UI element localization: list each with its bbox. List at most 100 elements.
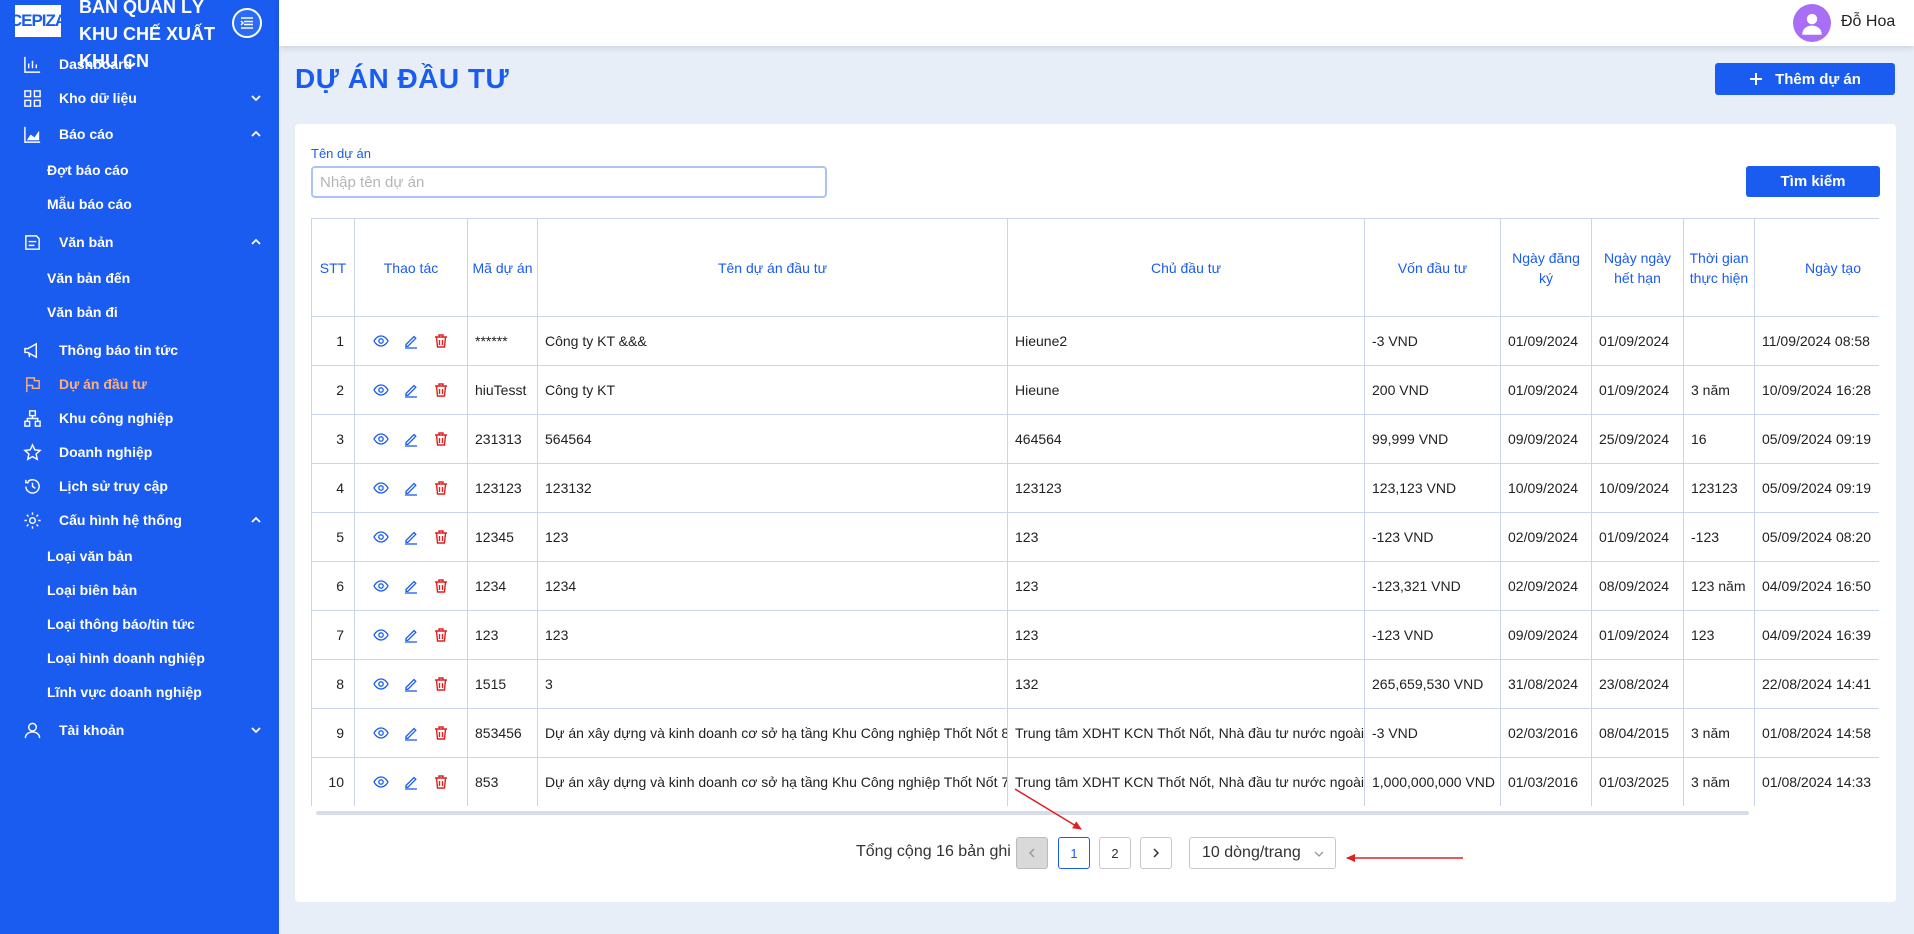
table-row: 7 123 123 123 -123 VND 09/09/2024 01/09/2024 12… (311, 610, 1879, 660)
sidebar-item-tai-khoan[interactable]: Tài khoản (0, 715, 279, 745)
edit-icon[interactable] (401, 772, 421, 792)
edit-icon[interactable] (401, 674, 421, 694)
sidebar-subitem-van-ban-di[interactable]: Văn bản đi (47, 301, 118, 323)
user-avatar-icon (1802, 13, 1822, 35)
cell-capital: -3 VND (1364, 316, 1501, 366)
cell-created: 22/08/2024 14:41 (1754, 659, 1879, 709)
user-name[interactable]: Đỗ Hoa (1841, 13, 1895, 31)
cell-capital: -123,321 VND (1364, 561, 1501, 611)
delete-icon[interactable] (431, 772, 451, 792)
cell-code: hiuTesst (467, 365, 538, 415)
cell-code: 853 (467, 757, 538, 806)
edit-icon[interactable] (401, 527, 421, 547)
cell-duration: 3 năm (1683, 365, 1755, 415)
delete-icon[interactable] (431, 478, 451, 498)
edit-icon[interactable] (401, 429, 421, 449)
edit-icon[interactable] (401, 380, 421, 400)
cell-duration (1683, 316, 1755, 366)
cell-duration: 123 năm (1683, 561, 1755, 611)
view-icon[interactable] (371, 478, 391, 498)
cell-owner: 123 (1007, 610, 1365, 660)
cell-actions (354, 365, 468, 415)
add-project-button[interactable]: Thêm dự án (1715, 63, 1895, 95)
col-header-code: Mã dự án (467, 218, 538, 317)
delete-icon[interactable] (431, 331, 451, 351)
view-icon[interactable] (371, 380, 391, 400)
sidebar-item-cau-hinh-he-thong[interactable]: Cấu hình hệ thống (0, 505, 279, 535)
delete-icon[interactable] (431, 723, 451, 743)
table-row: 10 853 Dự án xây dựng và kinh doanh cơ sở … (311, 757, 1879, 806)
page-button-2[interactable]: 2 (1099, 837, 1131, 869)
cell-expiry-date: 01/09/2024 (1591, 610, 1684, 660)
cell-registration-date: 31/08/2024 (1500, 659, 1592, 709)
avatar[interactable] (1793, 4, 1831, 42)
edit-icon[interactable] (401, 576, 421, 596)
cell-name: 3 (537, 659, 1008, 709)
edit-icon[interactable] (401, 331, 421, 351)
sidebar-item-doanh-nghiep[interactable]: Doanh nghiệp (0, 437, 279, 467)
cell-registration-date: 02/09/2024 (1500, 512, 1592, 562)
sidebar-item-dashboard[interactable]: Dashboard (0, 49, 279, 79)
view-icon[interactable] (371, 723, 391, 743)
cell-code: 1515 (467, 659, 538, 709)
sidebar-subitem-mau-bao-cao[interactable]: Mẫu báo cáo (47, 193, 132, 215)
edit-icon[interactable] (401, 478, 421, 498)
sidebar-item-label: Văn bản (59, 234, 114, 250)
cell-name: Công ty KT (537, 365, 1008, 415)
cell-owner: 132 (1007, 659, 1365, 709)
search-label: Tên dự án (311, 146, 372, 161)
delete-icon[interactable] (431, 674, 451, 694)
sidebar-subitem-loai-hinh-doanh-nghiep[interactable]: Loại hình doanh nghiệp (47, 647, 205, 669)
search-button[interactable]: Tìm kiếm (1746, 166, 1880, 197)
cell-created: 10/09/2024 16:28 (1754, 365, 1879, 415)
page-button-1[interactable]: 1 (1058, 837, 1090, 869)
view-icon[interactable] (371, 331, 391, 351)
view-icon[interactable] (371, 674, 391, 694)
delete-icon[interactable] (431, 576, 451, 596)
sidebar-item-khu-cong-nghiep[interactable]: Khu công nghiệp (0, 403, 279, 433)
menu-toggle-button[interactable] (232, 8, 262, 38)
sidebar-item-du-an-dau-tu[interactable]: Dự án đầu tư (0, 369, 279, 399)
edit-icon[interactable] (401, 625, 421, 645)
cell-duration: -123 (1683, 512, 1755, 562)
sidebar-subitem-loai-thong-bao[interactable]: Loại thông báo/tin tức (47, 613, 195, 635)
project-name-search-input[interactable] (311, 166, 827, 198)
plus-icon (1750, 73, 1763, 85)
sidebar-subitem-dot-bao-cao[interactable]: Đợt báo cáo (47, 159, 129, 181)
cell-owner: Trung tâm XDHT KCN Thốt Nốt, Nhà đầu tư … (1007, 757, 1365, 806)
cell-expiry-date: 23/08/2024 (1591, 659, 1684, 709)
page-size-select[interactable]: 10 dòng/trang (1189, 837, 1336, 869)
cell-actions (354, 708, 468, 758)
delete-icon[interactable] (431, 625, 451, 645)
history-icon (22, 476, 42, 496)
view-icon[interactable] (371, 625, 391, 645)
cell-duration: 16 (1683, 414, 1755, 464)
sidebar-item-thong-bao-tin-tuc[interactable]: Thông báo tin tức (0, 335, 279, 365)
next-page-button[interactable] (1140, 837, 1172, 869)
cell-actions (354, 316, 468, 366)
view-icon[interactable] (371, 772, 391, 792)
sidebar-item-bao-cao[interactable]: Báo cáo (0, 119, 279, 149)
sidebar-item-kho-du-lieu[interactable]: Kho dữ liệu (0, 83, 279, 113)
cell-expiry-date: 10/09/2024 (1591, 463, 1684, 513)
view-icon[interactable] (371, 429, 391, 449)
sidebar-item-lich-su-truy-cap[interactable]: Lịch sử truy cập (0, 471, 279, 501)
view-icon[interactable] (371, 527, 391, 547)
delete-icon[interactable] (431, 429, 451, 449)
cell-actions (354, 561, 468, 611)
sidebar-subitem-loai-van-ban[interactable]: Loại văn bản (47, 545, 133, 567)
edit-icon[interactable] (401, 723, 421, 743)
megaphone-icon (22, 340, 42, 360)
horizontal-scrollbar[interactable] (316, 811, 1749, 815)
prev-page-button[interactable] (1016, 837, 1048, 869)
logo[interactable]: CEPIZA (10, 4, 67, 38)
sidebar-item-van-ban[interactable]: Văn bản (0, 227, 279, 257)
sidebar-subitem-linh-vuc-doanh-nghiep[interactable]: Lĩnh vực doanh nghiệp (47, 681, 202, 703)
sidebar: CEPIZA BAN QUẢN LÝ KHU CHẾ XUẤT KHU CN D… (0, 0, 279, 934)
sidebar-subitem-van-ban-den[interactable]: Văn bản đến (47, 267, 130, 289)
delete-icon[interactable] (431, 527, 451, 547)
view-icon[interactable] (371, 576, 391, 596)
sidebar-subitem-loai-bien-ban[interactable]: Loại biên bản (47, 579, 137, 601)
cluster-icon (22, 408, 42, 428)
delete-icon[interactable] (431, 380, 451, 400)
